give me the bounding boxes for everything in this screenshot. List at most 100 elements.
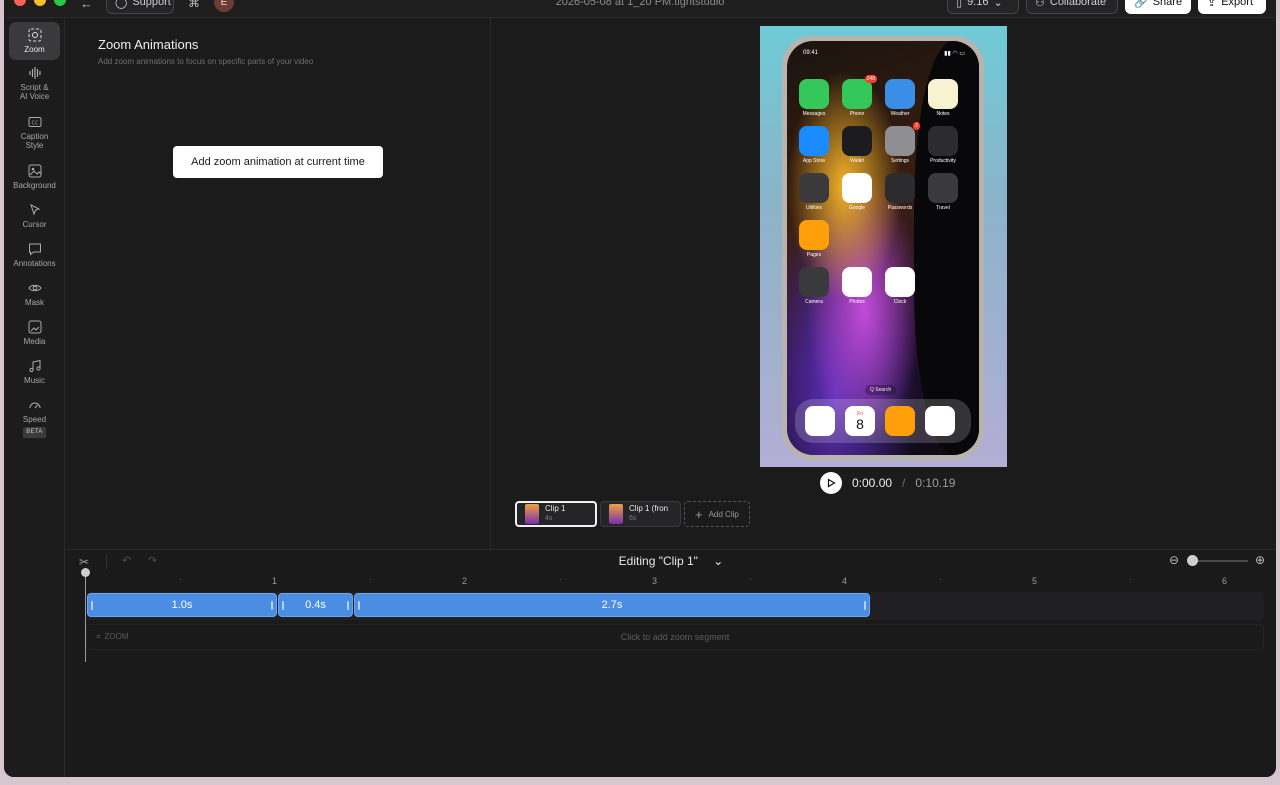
total-time: 0:10.19 — [915, 476, 956, 490]
timeline-zoom-slider-knob[interactable] — [1187, 555, 1198, 566]
svg-text:CC: CC — [31, 121, 38, 127]
link-icon: 🔗 — [1134, 0, 1148, 9]
phone-app-pages: Pages — [799, 220, 829, 258]
segment-duration: 1.0s — [171, 599, 193, 611]
clip-name: Clip 1 — [545, 504, 566, 513]
app-window: ← ◯ Support ⌘ E 2026-05-08 at 1_20 PM.ti… — [4, 0, 1276, 777]
app-label: Phone — [849, 111, 865, 117]
playback-controls: 0:00.00 / 0:10.19 — [820, 472, 955, 494]
clip-card[interactable]: Clip 1 4s — [515, 501, 597, 527]
sidebar-item-media[interactable]: Media — [9, 320, 60, 346]
app-icon — [928, 126, 958, 156]
app-label: Passwords — [887, 205, 913, 211]
collaborate-button[interactable]: ⚇ Collaborate — [1026, 0, 1118, 14]
ruler-half-tick: · — [559, 574, 562, 584]
title-bar: ← ◯ Support ⌘ E 2026-05-08 at 1_20 PM.ti… — [4, 0, 1276, 18]
chevron-down-icon: ⌄ — [713, 554, 724, 568]
share-button[interactable]: 🔗 Share — [1125, 0, 1191, 14]
clip-duration: 6s — [629, 515, 637, 522]
phone-mockup: 09:41 ▮▮ ◠ ▭ Q Search Fri 8 Messages 248 Ph… — [782, 36, 984, 460]
clip-thumbnail — [525, 504, 539, 524]
sidebar-item-music[interactable]: Music — [9, 359, 60, 385]
sidebar-item-label: Background — [13, 181, 56, 190]
current-time: 0:00.00 — [852, 476, 893, 490]
clip-card[interactable]: Clip 1 (fron 6s — [600, 501, 681, 527]
aspect-ratio-dropdown[interactable]: ▯ 9:16 ⌄ — [947, 0, 1019, 14]
app-label: Camera — [805, 299, 823, 305]
app-label: Google — [848, 205, 866, 211]
ruler-half-tick: · — [179, 574, 182, 584]
clip-name: Clip 1 (fron — [629, 504, 669, 513]
ruler-tick-label: 1 — [272, 576, 278, 586]
beta-badge: BETA — [23, 427, 46, 438]
people-icon: ⚇ — [1035, 0, 1045, 9]
timeline-segment[interactable]: 1.0s — [87, 593, 277, 617]
sidebar-item-annotations[interactable]: Annotations — [9, 242, 60, 268]
sidebar-item-zoom[interactable]: Zoom — [9, 22, 60, 60]
notification-badge: 248 — [864, 75, 877, 83]
phone-screen: 09:41 ▮▮ ◠ ▭ Q Search Fri 8 Messages 248 Ph… — [787, 41, 979, 455]
app-icon: 2 — [885, 122, 920, 156]
music-note-icon — [28, 359, 41, 373]
phone-status-time: 09:41 — [803, 50, 819, 56]
notification-badge: 2 — [913, 122, 920, 130]
app-icon — [799, 267, 829, 297]
phone-dock: Fri 8 — [795, 399, 971, 443]
app-label: Photos — [849, 299, 865, 305]
timeline: ✂ ↶ ↷ Editing "Clip 1" ⌄ ⊖ ⊕ 1 · 2 · 3 · 4 · 5 · 6… — [66, 549, 1276, 777]
aspect-ratio-label: 9:16 — [967, 0, 989, 8]
timeline-segment[interactable]: 2.7s — [354, 593, 870, 617]
phone-app-utilities: Utilities — [799, 173, 829, 211]
sidebar-item-mask[interactable]: Mask — [9, 281, 60, 307]
sidebar-item-cursor[interactable]: Cursor — [9, 203, 60, 229]
app-label: Travel — [936, 205, 950, 211]
dock-app-icon: Fri 8 — [845, 406, 875, 436]
eye-icon — [27, 284, 42, 292]
sidebar-item-caption-style[interactable]: CC Caption Style — [9, 115, 60, 150]
play-button[interactable] — [820, 472, 842, 494]
app-label: Weather — [890, 111, 910, 117]
phone-app-clock: Clock — [885, 267, 915, 305]
signal-wifi-battery-icon: ▮▮ ◠ ▭ — [944, 51, 965, 57]
ruler-half-tick: · — [1129, 574, 1132, 584]
sidebar-item-background[interactable]: Background — [9, 164, 60, 190]
app-icon: 248 — [842, 75, 877, 109]
zoom-in-icon[interactable]: ⊕ — [1255, 553, 1265, 567]
app-label: Settings — [890, 158, 910, 164]
app-label: Productivity — [930, 158, 956, 164]
editing-clip-dropdown[interactable]: Editing "Clip 1" ⌄ — [66, 554, 1276, 568]
phone-app-productivity: Productivity — [928, 126, 958, 164]
app-icon — [928, 173, 958, 203]
phone-app-passwords: Passwords — [885, 173, 915, 211]
ruler-tick-label: 4 — [842, 576, 848, 586]
phone-app-google: Google — [842, 173, 872, 211]
video-canvas[interactable]: 09:41 ▮▮ ◠ ▭ Q Search Fri 8 Messages 248 Ph… — [760, 26, 1007, 467]
waveform-icon — [28, 67, 41, 79]
speech-bubble-icon — [28, 243, 41, 256]
sidebar-item-label: Music — [24, 376, 45, 385]
app-icon — [842, 173, 872, 203]
sidebar-item-label: Mask — [24, 298, 45, 307]
editing-clip-label: Editing "Clip 1" — [618, 554, 698, 568]
sidebar-item-script-ai-voice[interactable]: Script & AI Voice — [9, 66, 60, 101]
app-icon — [842, 126, 872, 156]
zoom-animations-panel: Zoom Animations Add zoom animations to f… — [66, 18, 491, 549]
sidebar-item-speed[interactable]: Speed BETA — [9, 398, 60, 438]
app-label: App Store — [802, 158, 826, 164]
playhead-handle[interactable] — [81, 568, 90, 577]
app-icon — [928, 79, 958, 109]
zoom-out-icon[interactable]: ⊖ — [1169, 553, 1179, 567]
clip-duration: 4s — [545, 515, 553, 522]
sidebar-item-label: Script & AI Voice — [19, 83, 50, 101]
add-zoom-animation-button[interactable]: Add zoom animation at current time — [173, 146, 383, 178]
image-icon — [28, 164, 41, 178]
export-button[interactable]: ⇪ Export — [1198, 0, 1266, 14]
timeline-segment[interactable]: 0.4s — [278, 593, 353, 617]
zoom-icon — [28, 28, 41, 42]
playhead[interactable] — [85, 572, 86, 662]
add-clip-button[interactable]: + Add Clip — [684, 501, 750, 527]
panel-subtitle: Add zoom animations to focus on specific… — [98, 57, 314, 66]
add-zoom-segment-hint[interactable]: Click to add zoom segment — [86, 632, 1264, 642]
dock-app-icon — [805, 406, 835, 436]
tool-sidebar: Zoom Script & AI Voice CC Caption Style … — [4, 18, 65, 777]
